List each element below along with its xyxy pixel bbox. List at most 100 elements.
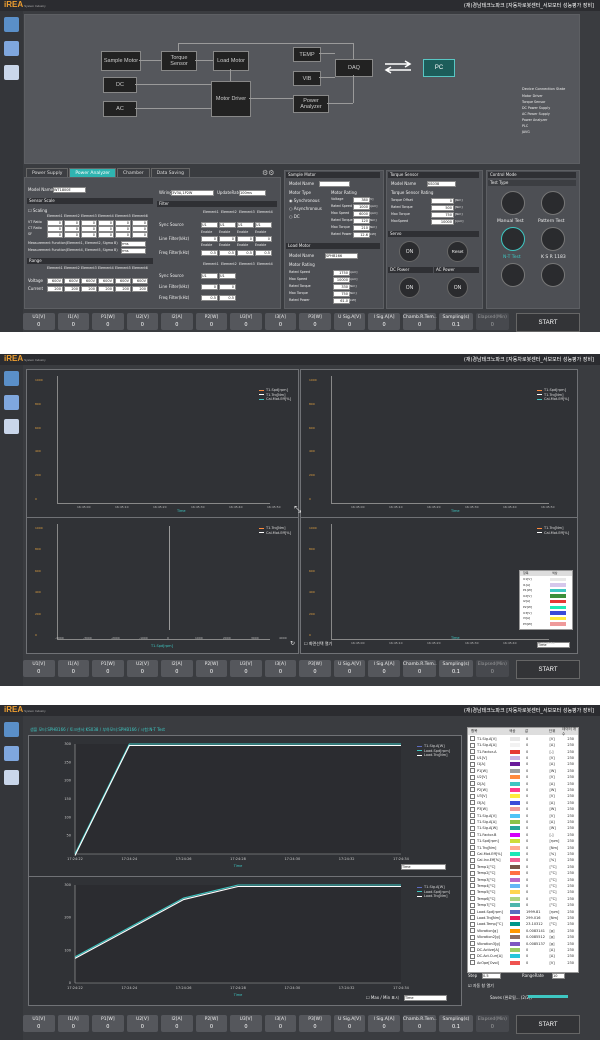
signal-row[interactable]: I2[A] 0 [A] 230 [470, 781, 574, 787]
signal-row[interactable]: T1.Sig.A[A] 0 [A] 230 [470, 742, 574, 748]
sidebar-document-button[interactable] [4, 770, 19, 785]
enable-checkbox[interactable]: Enable [219, 230, 230, 234]
freq-filter-input[interactable]: 0.5 [219, 250, 236, 256]
signal-color-swatch[interactable] [510, 781, 521, 786]
signal-color-swatch[interactable] [510, 935, 521, 940]
scale-input[interactable]: 0 [98, 232, 114, 238]
sidebar-document-button[interactable] [4, 65, 19, 80]
signal-row[interactable]: U2[V] 0 [V] 230 [470, 774, 574, 780]
signal-row[interactable]: Temp3[°C] 0 [°C] 230 [470, 877, 574, 883]
signal-row[interactable]: T1.Factor-B 0 [-] 230 [470, 832, 574, 838]
signal-checkbox[interactable] [470, 915, 475, 921]
sidebar-monitor-button[interactable] [4, 395, 19, 410]
signal-color-swatch[interactable] [510, 800, 521, 805]
motor-driver-block[interactable]: Motor Driver [211, 81, 251, 117]
signal-color-swatch[interactable] [510, 851, 521, 856]
nt-test-icon[interactable] [501, 227, 525, 251]
update-rate-select[interactable]: 100ms [239, 190, 266, 196]
range-rate-input[interactable]: 10 [552, 973, 565, 979]
signal-row[interactable]: Load.Trq[Nm] 299.016 [Nm] 230 [470, 915, 574, 921]
signal-row[interactable]: T1.Factor-A 0 [-] 230 [470, 749, 574, 755]
sync-source-select[interactable]: U1 [219, 222, 236, 228]
signal-row[interactable]: DC.Act.Curr[A] 0 [A] 230 [470, 953, 574, 960]
enable-checkbox[interactable]: Enable [219, 243, 230, 247]
signal-row[interactable]: Temp6[°C] 0 [°C] 230 [470, 896, 574, 902]
popup-item[interactable]: I1[A] [523, 583, 530, 587]
signal-row[interactable]: P2[W] 0 [W] 230 [470, 787, 574, 793]
current-range-select[interactable]: 200 [115, 286, 131, 292]
signal-checkbox[interactable] [470, 851, 475, 857]
scale-input[interactable]: 0 [47, 232, 63, 238]
signal-checkbox[interactable] [470, 883, 475, 889]
voltage-range-select[interactable]: 600V [132, 278, 148, 284]
lm-rating-input[interactable]: 330 [333, 284, 350, 290]
auto-open-checkbox[interactable]: ☑ 자동 창 열기 [468, 983, 494, 989]
signal-checkbox[interactable] [470, 928, 475, 934]
signal-row[interactable]: Vibration2[g] 0.0085512 [g] 230 [470, 934, 574, 940]
signal-color-swatch[interactable] [510, 819, 521, 824]
power-analyzer-block[interactable]: Power Analyzer [293, 95, 329, 113]
signal-checkbox[interactable] [470, 838, 475, 844]
signal-color-swatch[interactable] [510, 941, 521, 946]
ts-rating-input[interactable]: 750 [431, 212, 454, 218]
signal-checkbox[interactable] [470, 781, 475, 787]
signal-color-swatch[interactable] [510, 807, 521, 812]
sample-motor-block[interactable]: Sample Motor [101, 51, 141, 71]
max-min-checkbox[interactable]: ☐ Max / Min 표시 [366, 995, 399, 1001]
signal-color-swatch[interactable] [510, 794, 521, 799]
pc-block[interactable]: PC [423, 59, 455, 77]
load-motor-block[interactable]: Load Motor [213, 51, 249, 71]
signal-checkbox[interactable] [470, 934, 475, 940]
signal-checkbox[interactable] [470, 813, 475, 819]
pa-model-field[interactable]: WT1800E [53, 187, 86, 193]
signal-checkbox[interactable] [470, 953, 475, 959]
sm-rating-input[interactable]: 380 [353, 197, 370, 203]
ts-rating-input[interactable]: 500 [431, 205, 454, 211]
signal-checkbox[interactable] [470, 864, 475, 870]
measurement-function-1-select[interactable]: rms [121, 241, 146, 247]
signal-color-swatch[interactable] [510, 871, 521, 876]
current-range-select[interactable]: 200 [81, 286, 97, 292]
sm-rating-input[interactable]: 6000 [353, 211, 370, 217]
signal-row[interactable]: Temp2[°C] 0 [°C] 230 [470, 870, 574, 876]
signal-color-swatch[interactable] [510, 896, 521, 901]
signal-checkbox[interactable] [470, 877, 475, 883]
signal-row[interactable]: Temp5[°C] 0 [°C] 230 [470, 889, 574, 896]
signal-color-swatch[interactable] [510, 909, 521, 914]
signal-color-swatch[interactable] [510, 903, 521, 908]
signal-checkbox[interactable] [470, 742, 475, 748]
sync-source-select[interactable]: U1 [255, 222, 272, 228]
signal-checkbox[interactable] [470, 902, 475, 908]
voltage-range-select[interactable]: 600V [64, 278, 80, 284]
current-range-select[interactable]: 200 [132, 286, 148, 292]
line-filter-input[interactable]: 0 [201, 284, 218, 290]
ksr-test-icon[interactable] [541, 227, 565, 251]
signal-color-swatch[interactable] [510, 877, 521, 882]
ac-block[interactable]: AC [103, 101, 137, 117]
signal-color-swatch[interactable] [510, 832, 521, 837]
sync-source-select[interactable]: U1 [201, 222, 218, 228]
signal-checkbox[interactable] [470, 819, 475, 825]
signal-row[interactable]: Cal.Mot.Eff[%] 0 [%] 230 [470, 851, 574, 857]
signal-row[interactable]: Vibration3[g] 0.0085137 [g] 230 [470, 941, 574, 947]
signal-checkbox[interactable] [470, 896, 475, 902]
signal-color-swatch[interactable] [510, 922, 521, 927]
voltage-range-select[interactable]: 600V [115, 278, 131, 284]
signal-row[interactable]: Cal.Inv.Eff[%] 0 [%] 230 [470, 857, 574, 864]
signal-color-swatch[interactable] [510, 960, 521, 965]
signal-color-swatch[interactable] [510, 858, 521, 863]
signal-row[interactable]: I1[A] 0 [A] 230 [470, 761, 574, 768]
line-filter-input[interactable]: 0 [219, 236, 236, 242]
voltage-range-select[interactable]: 600V [98, 278, 114, 284]
enable-checkbox[interactable]: Enable [201, 243, 212, 247]
sync-source-select[interactable]: U1 [219, 273, 236, 279]
signal-color-swatch[interactable] [510, 755, 521, 760]
manual-test-icon[interactable] [501, 191, 525, 215]
signal-color-swatch[interactable] [510, 826, 521, 831]
screen-select-checkbox[interactable]: ☐ 화면선택 열기 [304, 641, 332, 647]
signal-row[interactable]: I3[A] 0 [A] 230 [470, 800, 574, 806]
sidebar-settings-button[interactable] [4, 17, 19, 32]
popup-item[interactable]: U3[V] [523, 611, 532, 615]
enable-checkbox[interactable]: Enable [255, 243, 266, 247]
signal-checkbox[interactable] [470, 793, 475, 799]
